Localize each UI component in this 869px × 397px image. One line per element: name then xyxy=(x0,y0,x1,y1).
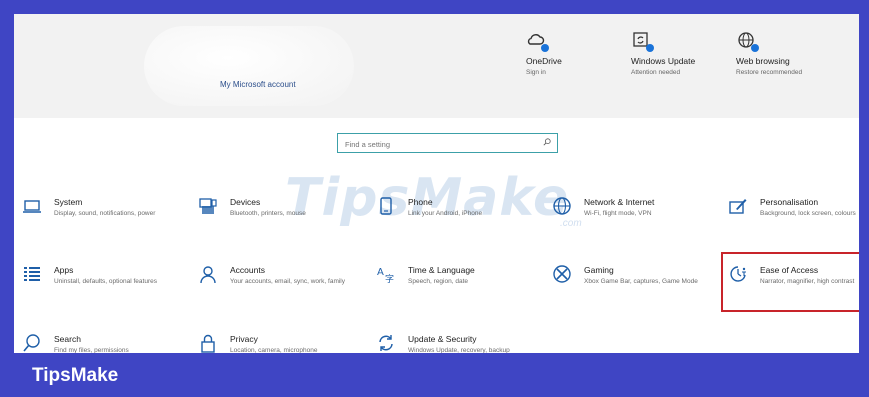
category-desc: Your accounts, email, sync, work, family xyxy=(230,278,345,285)
sync-icon xyxy=(379,335,393,351)
category-title: Privacy xyxy=(230,334,258,344)
category-desc: Xbox Game Bar, captures, Game Mode xyxy=(584,278,698,285)
onedrive-quick-link[interactable]: OneDrive Sign in xyxy=(526,30,636,77)
frame-border-left xyxy=(0,0,14,397)
category-devices[interactable]: Devices Bluetooth, printers, mouse xyxy=(198,196,348,244)
keyboard-icon xyxy=(199,198,217,214)
category-time-language[interactable]: A字 Time & Language Speech, region, date xyxy=(376,264,526,312)
windows-update-quick-link[interactable]: Windows Update Attention needed xyxy=(631,30,741,77)
category-title: Gaming xyxy=(584,265,614,275)
svg-text:A: A xyxy=(377,267,384,278)
category-phone[interactable]: Phone Link your Android, iPhone xyxy=(376,196,526,244)
web-browsing-title: Web browsing xyxy=(736,56,790,66)
search-input[interactable] xyxy=(338,135,528,154)
find-setting-search[interactable] xyxy=(337,133,558,154)
search-icon xyxy=(23,334,40,352)
svg-text:字: 字 xyxy=(385,273,394,284)
paint-icon xyxy=(729,199,747,214)
avatar xyxy=(144,26,354,106)
category-personalisation[interactable]: Personalisation Background, lock screen,… xyxy=(728,196,869,244)
category-system[interactable]: System Display, sound, notifications, po… xyxy=(22,196,172,244)
microsoft-account-link[interactable]: My Microsoft account xyxy=(220,80,296,89)
web-browsing-quick-link[interactable]: Web browsing Restore recommended xyxy=(736,30,846,77)
category-apps[interactable]: Apps Uninstall, defaults, optional featu… xyxy=(22,264,172,312)
category-network[interactable]: Network & Internet Wi-Fi, flight mode, V… xyxy=(552,196,702,244)
frame-border-top xyxy=(0,0,869,14)
category-title: Apps xyxy=(54,265,74,275)
windows-update-title: Windows Update xyxy=(631,56,696,66)
globe-icon xyxy=(553,197,571,215)
update-icon xyxy=(631,30,654,52)
brand-footer: TipsMake xyxy=(0,353,869,397)
onedrive-title: OneDrive xyxy=(526,56,562,66)
settings-window: My Microsoft account OneDrive Sign in Wi… xyxy=(0,0,869,397)
frame-border-right xyxy=(859,0,869,397)
category-title: System xyxy=(54,197,83,207)
category-desc: Wi-Fi, flight mode, VPN xyxy=(584,210,652,217)
globe-icon xyxy=(736,30,759,52)
settings-header: My Microsoft account OneDrive Sign in Wi… xyxy=(14,14,859,118)
category-title: Accounts xyxy=(230,265,265,275)
category-title: Network & Internet xyxy=(584,197,655,207)
category-desc: Uninstall, defaults, optional features xyxy=(54,278,157,285)
category-desc: Bluetooth, printers, mouse xyxy=(230,210,306,217)
category-desc: Link your Android, iPhone xyxy=(408,210,483,217)
category-title: Search xyxy=(54,334,81,344)
onedrive-subtitle: Sign in xyxy=(526,69,546,76)
category-accounts[interactable]: Accounts Your accounts, email, sync, wor… xyxy=(198,264,348,312)
category-desc: Display, sound, notifications, power xyxy=(54,210,156,217)
category-title: Personalisation xyxy=(760,197,819,207)
web-browsing-subtitle: Restore recommended xyxy=(736,69,803,76)
person-icon xyxy=(200,266,216,284)
category-title: Devices xyxy=(230,197,261,207)
category-desc: Speech, region, date xyxy=(408,278,468,285)
xbox-icon xyxy=(553,265,571,283)
language-icon: A字 xyxy=(377,267,394,284)
lock-icon xyxy=(201,334,215,353)
windows-update-subtitle: Attention needed xyxy=(631,69,681,76)
apps-list-icon xyxy=(24,267,40,281)
category-title: Time & Language xyxy=(408,265,475,275)
laptop-icon xyxy=(23,200,41,213)
footer-brand-text: TipsMake xyxy=(32,365,119,386)
category-title: Phone xyxy=(408,197,433,207)
category-title: Update & Security xyxy=(408,334,477,344)
category-desc: Background, lock screen, colours xyxy=(760,210,856,217)
phone-icon xyxy=(380,197,392,215)
search-icon xyxy=(543,138,551,146)
cloud-icon xyxy=(526,30,549,52)
category-gaming[interactable]: Gaming Xbox Game Bar, captures, Game Mod… xyxy=(552,264,702,312)
ease-of-access-highlight xyxy=(721,252,862,312)
